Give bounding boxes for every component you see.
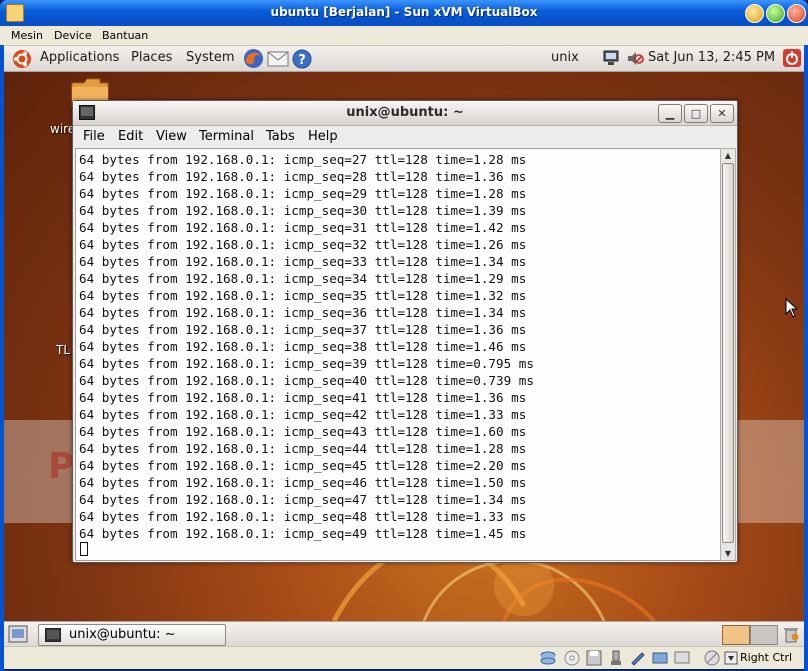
menu-edit[interactable]: Edit xyxy=(118,129,143,144)
terminal-line: 64 bytes from 192.168.0.1: icmp_seq=41 t… xyxy=(79,390,527,405)
virtualbox-window-title: ubuntu [Berjalan] - Sun xVM VirtualBox xyxy=(270,5,538,19)
watermark-text-left: P xyxy=(48,446,75,487)
terminal-line: 64 bytes from 192.168.0.1: icmp_seq=29 t… xyxy=(79,186,527,201)
menu-device[interactable]: Device xyxy=(54,29,92,42)
terminal-line: 64 bytes from 192.168.0.1: icmp_seq=43 t… xyxy=(79,424,527,439)
terminal-minimize-button[interactable]: ▁ xyxy=(658,104,682,123)
minimize-button[interactable] xyxy=(745,4,764,23)
terminal-line: 64 bytes from 192.168.0.1: icmp_seq=37 t… xyxy=(79,322,527,337)
network-icon[interactable] xyxy=(602,50,620,67)
scrollbar-thumb[interactable] xyxy=(722,163,734,543)
terminal-line: 64 bytes from 192.168.0.1: icmp_seq=28 t… xyxy=(79,169,527,184)
terminal-line: 64 bytes from 192.168.0.1: icmp_seq=45 t… xyxy=(79,458,527,473)
terminal-lines: 64 bytes from 192.168.0.1: icmp_seq=27 t… xyxy=(79,151,534,542)
menu-view[interactable]: View xyxy=(156,129,187,144)
ubuntu-logo-icon[interactable] xyxy=(12,49,32,69)
menu-applications[interactable]: Applications xyxy=(40,50,119,65)
terminal-line: 64 bytes from 192.168.0.1: icmp_seq=27 t… xyxy=(79,152,527,167)
terminal-line: 64 bytes from 192.168.0.1: icmp_seq=35 t… xyxy=(79,288,527,303)
terminal-line: 64 bytes from 192.168.0.1: icmp_seq=49 t… xyxy=(79,526,527,541)
terminal-line: 64 bytes from 192.168.0.1: icmp_seq=31 t… xyxy=(79,220,527,235)
scroll-down-arrow-icon[interactable]: ▼ xyxy=(721,547,735,560)
mail-icon[interactable] xyxy=(267,50,289,67)
mouse-pointer-icon xyxy=(785,298,799,318)
terminal-line: 64 bytes from 192.168.0.1: icmp_seq=39 t… xyxy=(79,356,534,371)
trash-icon[interactable] xyxy=(782,625,800,643)
terminal-window[interactable]: unix@ubuntu: ~ ▁ □ ✕ File Edit View Term… xyxy=(72,100,738,563)
shutdown-icon[interactable] xyxy=(782,48,802,68)
terminal-line: 64 bytes from 192.168.0.1: icmp_seq=48 t… xyxy=(79,509,527,524)
terminal-line: 64 bytes from 192.168.0.1: icmp_seq=36 t… xyxy=(79,305,527,320)
taskbar-terminal-button[interactable]: unix@ubuntu: ~ xyxy=(38,624,226,646)
panel-clock[interactable]: Sat Jun 13, 2:45 PM xyxy=(648,50,775,65)
terminal-scrollbar[interactable]: ▲ ▼ xyxy=(720,148,736,561)
terminal-output[interactable]: 64 bytes from 192.168.0.1: icmp_seq=27 t… xyxy=(75,148,721,561)
terminal-line: 64 bytes from 192.168.0.1: icmp_seq=30 t… xyxy=(79,203,527,218)
menu-places[interactable]: Places xyxy=(131,50,172,65)
scroll-up-arrow-icon[interactable]: ▲ xyxy=(721,149,735,162)
menu-mesin[interactable]: Mesin xyxy=(11,29,43,42)
svg-text:?: ? xyxy=(298,53,306,68)
close-button[interactable] xyxy=(787,4,806,23)
terminal-line: 64 bytes from 192.168.0.1: icmp_seq=42 t… xyxy=(79,407,527,422)
terminal-menubar: File Edit View Terminal Tabs Help xyxy=(73,126,737,147)
terminal-maximize-button[interactable]: □ xyxy=(684,104,708,123)
terminal-line: 64 bytes from 192.168.0.1: icmp_seq=38 t… xyxy=(79,339,527,354)
terminal-title: unix@ubuntu: ~ xyxy=(346,105,464,120)
terminal-close-button[interactable]: ✕ xyxy=(710,104,734,123)
shared-folders-icon xyxy=(631,652,645,666)
virtualbox-statusbar: Right Ctrl xyxy=(4,646,804,669)
menu-tabs[interactable]: Tabs xyxy=(266,129,295,144)
cdrom-icon xyxy=(564,650,580,666)
terminal-line: 64 bytes from 192.168.0.1: icmp_seq=34 t… xyxy=(79,271,527,286)
window-frame-right xyxy=(804,45,808,671)
terminal-line: 64 bytes from 192.168.0.1: icmp_seq=46 t… xyxy=(79,475,527,490)
menu-help[interactable]: Help xyxy=(308,129,338,144)
show-desktop-icon[interactable] xyxy=(8,625,28,643)
host-key-icon xyxy=(724,651,738,665)
workspace-2[interactable] xyxy=(750,625,778,645)
virtualbox-menubar: Mesin Device Bantuan xyxy=(0,26,808,46)
guest-screen[interactable]: Applications Places System ? unix Sat Ju… xyxy=(4,46,804,646)
usb-icon xyxy=(611,650,621,665)
mouse-integration-icon xyxy=(704,650,720,666)
workspace-1[interactable] xyxy=(722,625,750,645)
terminal-icon xyxy=(45,628,61,642)
host-key-label: Right Ctrl xyxy=(740,651,793,664)
volume-muted-icon[interactable] xyxy=(626,50,644,67)
virtualbox-titlebar[interactable]: ubuntu [Berjalan] - Sun xVM VirtualBox xyxy=(0,0,808,26)
username-label[interactable]: unix xyxy=(551,50,579,65)
terminal-cursor xyxy=(80,542,88,556)
menu-file[interactable]: File xyxy=(83,129,105,144)
terminal-line: 64 bytes from 192.168.0.1: icmp_seq=44 t… xyxy=(79,441,527,456)
terminal-line: 64 bytes from 192.168.0.1: icmp_seq=32 t… xyxy=(79,237,527,252)
menu-terminal[interactable]: Terminal xyxy=(199,129,254,144)
desktop-icon-label-tl[interactable]: TL xyxy=(56,343,70,357)
taskbar-terminal-label: unix@ubuntu: ~ xyxy=(69,627,176,642)
help-icon[interactable]: ? xyxy=(292,49,312,69)
gnome-top-panel: Applications Places System ? unix Sat Ju… xyxy=(4,46,804,72)
harddisk-icon xyxy=(540,651,556,665)
firefox-icon[interactable] xyxy=(243,48,264,69)
terminal-line: 64 bytes from 192.168.0.1: icmp_seq=33 t… xyxy=(79,254,527,269)
terminal-line: 64 bytes from 192.168.0.1: icmp_seq=40 t… xyxy=(79,373,534,388)
maximize-button[interactable] xyxy=(766,4,785,23)
terminal-titlebar[interactable]: unix@ubuntu: ~ ▁ □ ✕ xyxy=(73,101,737,126)
floppy-icon xyxy=(586,650,602,666)
menu-bantuan[interactable]: Bantuan xyxy=(102,29,148,42)
menu-system[interactable]: System xyxy=(186,50,234,65)
gnome-bottom-panel: unix@ubuntu: ~ xyxy=(4,621,804,646)
terminal-line: 64 bytes from 192.168.0.1: icmp_seq=47 t… xyxy=(79,492,527,507)
network-adapter-icon xyxy=(652,652,668,664)
vrdp-icon xyxy=(674,651,690,664)
